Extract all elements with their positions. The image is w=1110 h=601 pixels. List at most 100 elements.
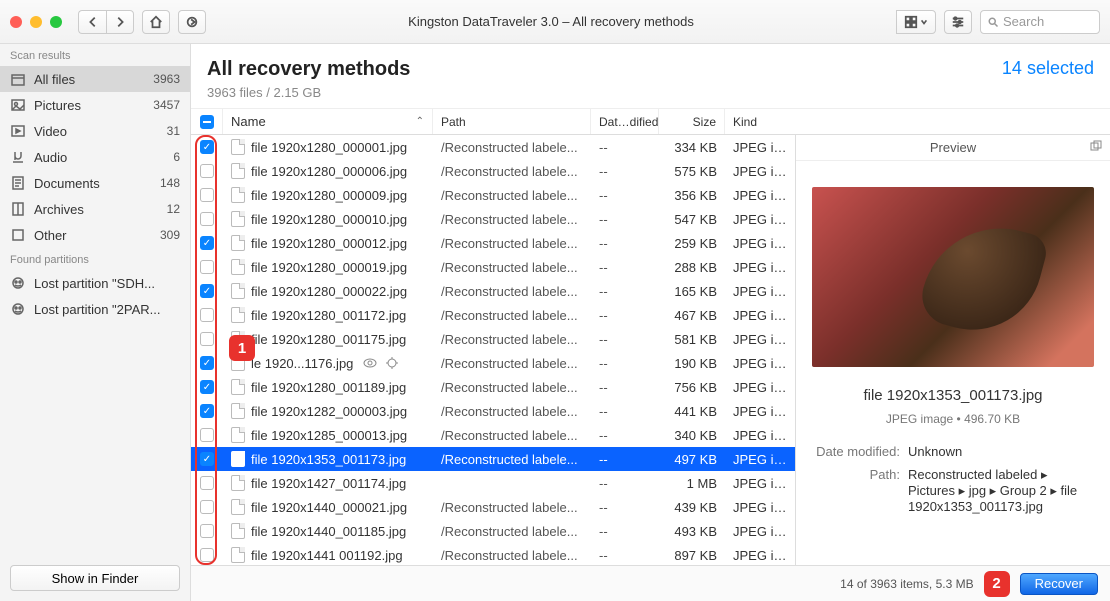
status-bar: 14 of 3963 items, 5.3 MB 2 Recover [191,565,1110,601]
show-in-finder-button[interactable]: Show in Finder [10,565,180,591]
file-icon [231,235,245,251]
column-path[interactable]: Path [433,109,591,134]
file-date: -- [591,188,659,203]
sidebar-item-archives[interactable]: Archives12 [0,196,190,222]
column-date[interactable]: Dat…dified [591,109,659,134]
sidebar-partition[interactable]: Lost partition "2PAR... [0,296,190,322]
preview-label: Preview [930,140,976,155]
recover-session-button[interactable] [178,10,206,34]
file-name: file 1920x1280_000001.jpg [251,140,407,155]
sidebar-item-audio[interactable]: Audio6 [0,144,190,170]
file-path: /Reconstructed labele... [433,332,591,347]
table-row[interactable]: file 1920x1280_000009.jpg/Reconstructed … [191,183,795,207]
locate-icon[interactable] [385,356,399,370]
file-path: /Reconstructed labele... [433,260,591,275]
file-kind: JPEG im... [725,380,795,395]
preview-filename: file 1920x1353_001173.jpg [796,379,1110,412]
column-kind[interactable]: Kind [725,109,795,134]
table-row[interactable]: file 1920x1280_000012.jpg/Reconstructed … [191,231,795,255]
file-size: 575 KB [659,164,725,179]
file-path: /Reconstructed labele... [433,524,591,539]
sidebar-item-pictures[interactable]: Pictures3457 [0,92,190,118]
file-icon [231,139,245,155]
table-row[interactable]: file 1920x1282_000003.jpg/Reconstructed … [191,399,795,423]
file-kind: JPEG im... [725,188,795,203]
column-size[interactable]: Size [659,109,725,134]
table-row[interactable]: file 1920x1285_000013.jpg/Reconstructed … [191,423,795,447]
table-row[interactable]: file 1920x1280_001172.jpg/Reconstructed … [191,303,795,327]
table-row[interactable]: file 1920x1441 001192.jpg/Reconstructed … [191,543,795,565]
file-date: -- [591,332,659,347]
table-row[interactable]: file 1920x1427_001174.jpg--1 MBJPEG im..… [191,471,795,495]
file-icon [231,547,245,563]
category-icon [10,71,26,87]
file-name: file 1920x1282_000003.jpg [251,404,407,419]
home-button[interactable] [142,10,170,34]
file-date: -- [591,284,659,299]
file-icon [231,523,245,539]
file-path: /Reconstructed labele... [433,284,591,299]
table-row[interactable]: file 1920x1280_000019.jpg/Reconstructed … [191,255,795,279]
window-controls [10,16,62,28]
table-row[interactable]: file 1920x1353_001173.jpg/Reconstructed … [191,447,795,471]
view-mode-button[interactable] [896,10,936,34]
file-kind: JPEG im... [725,452,795,467]
file-kind: JPEG im... [725,548,795,563]
file-name: file 1920x1280_001175.jpg [251,332,406,347]
status-text: 14 of 3963 items, 5.3 MB [840,577,973,591]
select-all-checkbox[interactable] [200,115,214,129]
file-path: /Reconstructed labele... [433,452,591,467]
partition-icon [10,275,26,291]
annotation-1: 1 [229,335,255,361]
sidebar-item-all-files[interactable]: All files3963 [0,66,190,92]
sidebar-item-documents[interactable]: Documents148 [0,170,190,196]
preview-popout-icon[interactable] [1090,140,1102,155]
table-row[interactable]: file 1920x1280_001175.jpg/Reconstructed … [191,327,795,351]
file-name: file 1920x1440_000021.jpg [251,500,407,515]
file-name: file 1920x1441 001192.jpg [251,548,403,563]
file-count-summary: 3963 files / 2.15 GB [207,85,410,100]
file-date: -- [591,404,659,419]
sidebar-item-video[interactable]: Video31 [0,118,190,144]
table-row[interactable]: file 1920x1440_001185.jpg/Reconstructed … [191,519,795,543]
page-title: All recovery methods [207,58,410,81]
file-kind: JPEG im... [725,308,795,323]
file-date: -- [591,356,659,371]
file-list[interactable]: 1 file 1920x1280_000001.jpg/Reconstructe… [191,135,795,565]
table-row[interactable]: le 1920...1176.jpg/Reconstructed labele.… [191,351,795,375]
file-kind: JPEG im... [725,260,795,275]
file-kind: JPEG im... [725,164,795,179]
table-row[interactable]: file 1920x1280_000006.jpg/Reconstructed … [191,159,795,183]
sidebar-item-other[interactable]: Other309 [0,222,190,248]
preview-panel: Preview file 1920x1353_001173.jpg JPEG i… [795,135,1110,565]
table-row[interactable]: file 1920x1280_000001.jpg/Reconstructed … [191,135,795,159]
column-name[interactable]: Name⌃ [223,109,433,134]
file-name: file 1920x1280_001189.jpg [251,380,406,395]
selected-count: 14 selected [1002,58,1094,79]
file-name: file 1920x1280_000012.jpg [251,236,407,251]
filter-button[interactable] [944,10,972,34]
table-row[interactable]: file 1920x1280_000022.jpg/Reconstructed … [191,279,795,303]
file-name: file 1920x1280_000006.jpg [251,164,407,179]
forward-button[interactable] [106,10,134,34]
file-kind: JPEG im... [725,284,795,299]
file-name: file 1920x1280_001172.jpg [251,308,406,323]
close-window-button[interactable] [10,16,22,28]
content-header: All recovery methods 3963 files / 2.15 G… [191,44,1110,109]
zoom-window-button[interactable] [50,16,62,28]
table-row[interactable]: file 1920x1280_001189.jpg/Reconstructed … [191,375,795,399]
file-size: 439 KB [659,500,725,515]
preview-icon[interactable] [363,356,377,370]
sidebar: Scan results All files3963Pictures3457Vi… [0,44,191,601]
table-row[interactable]: file 1920x1280_000010.jpg/Reconstructed … [191,207,795,231]
back-button[interactable] [78,10,106,34]
file-size: 441 KB [659,404,725,419]
file-date: -- [591,260,659,275]
recover-button[interactable]: Recover [1020,573,1098,595]
minimize-window-button[interactable] [30,16,42,28]
sidebar-partition[interactable]: Lost partition "SDH... [0,270,190,296]
table-row[interactable]: file 1920x1440_000021.jpg/Reconstructed … [191,495,795,519]
file-icon [231,259,245,275]
file-size: 259 KB [659,236,725,251]
search-input[interactable]: Search [980,10,1100,34]
